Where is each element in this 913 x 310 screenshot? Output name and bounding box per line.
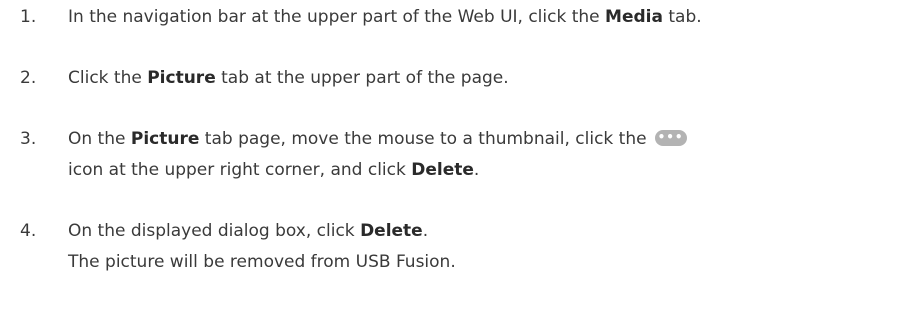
step-text: In the navigation bar at the upper part …: [68, 2, 913, 33]
step-number: 3.: [20, 129, 37, 149]
step-text-part: tab page, move the mouse to a thumbnail,…: [199, 129, 647, 149]
step-text-part: Click the: [68, 68, 148, 88]
ui-term-picture: Picture: [130, 129, 200, 149]
step-number: 1.: [20, 7, 37, 27]
step-text-part: tab at the upper part of the page.: [215, 68, 509, 88]
step-text-part: On the displayed dialog box, click: [68, 221, 361, 241]
more-icon: •••: [654, 129, 687, 146]
step-text: On the displayed dialog box, click Delet…: [68, 216, 913, 278]
step-text-part: .: [422, 221, 429, 241]
step-text-part: icon at the upper right corner, and clic…: [68, 160, 412, 180]
step-text: Click the Picture tab at the upper part …: [68, 63, 913, 94]
step-number: 2.: [20, 68, 37, 88]
step-number: 4.: [20, 221, 37, 241]
ui-term-picture: Picture: [147, 68, 216, 88]
step-result: The picture will be removed from USB Fus…: [68, 252, 456, 272]
step-text-part: .: [473, 160, 480, 180]
step-text-part: tab.: [662, 7, 702, 27]
ui-term-delete: Delete: [360, 221, 423, 241]
step-text-part: In the navigation bar at the upper part …: [68, 7, 606, 27]
ui-term-media: Media: [605, 7, 663, 27]
step-text: On the Picture tab page, move the mouse …: [68, 124, 913, 186]
ui-term-delete: Delete: [411, 160, 474, 180]
step-text-part: On the: [68, 129, 131, 149]
